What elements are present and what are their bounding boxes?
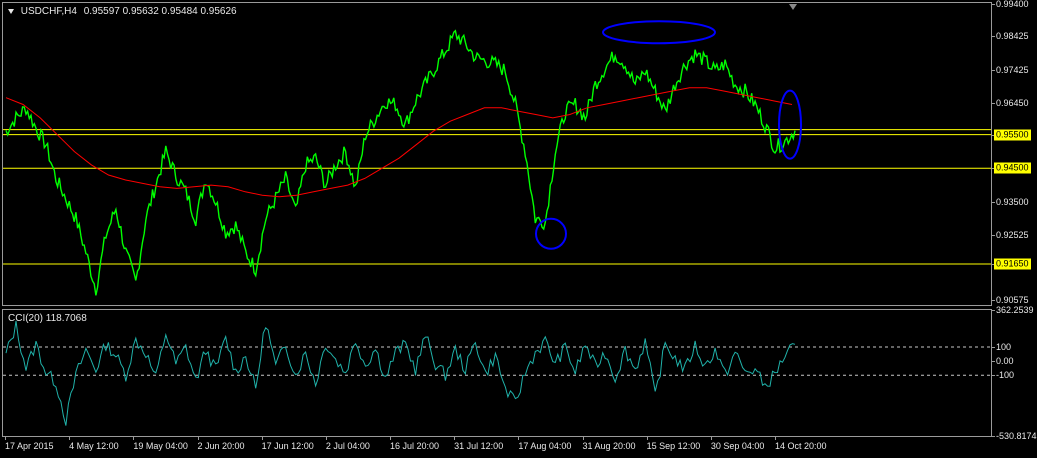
time-tick-label: 16 Jul 20:00 (390, 437, 440, 451)
cci-tick-label: 362.2539 (992, 305, 1034, 315)
price-tick-label: 0.92525 (992, 229, 1029, 240)
price-tick-label: 0.97425 (992, 65, 1029, 76)
level-price-box: 0.95500 (994, 129, 1031, 141)
time-tick-label: 30 Sep 04:00 (710, 437, 765, 451)
time-tick-label: 17 Apr 2015 (5, 437, 54, 451)
price-axis: 0.99400 0.98425 0.97425 0.96450 0.95500 0.945… (992, 0, 1037, 306)
level-price-box: 0.94500 (994, 162, 1031, 174)
time-tick-label: 15 Sep 12:00 (646, 437, 701, 451)
chart-window: USDCHF,H4 0.95597 0.95632 0.95484 0.9562… (0, 0, 1037, 458)
menu-arrow-icon[interactable] (8, 8, 14, 14)
cci-tick-label: -530.8174 (992, 431, 1037, 441)
time-tick-label: 2 Jun 20:00 (197, 437, 245, 451)
cci-tick-label: 0.00 (992, 356, 1014, 367)
annotation-ellipse-3 (778, 89, 802, 160)
price-tick-label: 0.98425 (992, 31, 1029, 42)
annotation-ellipse-2 (535, 217, 567, 250)
price-series-line (5, 29, 796, 296)
annotation-ellipse-1 (602, 20, 716, 45)
cci-axis: 362.2539 100 0.00 -100 -530.8174 (991, 305, 1037, 441)
price-tick-label: 0.93500 (992, 196, 1029, 207)
ohlc-values: 0.95597 0.95632 0.95484 0.95626 (83, 6, 237, 17)
chart-svg (3, 20, 991, 426)
cci-tick-label: -100 (991, 370, 1015, 381)
time-tick-label: 31 Aug 20:00 (582, 437, 636, 451)
moving-average-line (5, 87, 793, 198)
time-tick-label: 2 Jul 04:00 (325, 437, 370, 451)
time-tick-label: 17 Jun 12:00 (261, 437, 314, 451)
level-price-box: 0.91650 (994, 258, 1031, 270)
time-tick-label: 14 Oct 20:00 (775, 437, 827, 451)
cci-label: CCI(20) 118.7068 (8, 313, 87, 324)
chart-header: USDCHF,H4 0.95597 0.95632 0.95484 0.9562… (8, 6, 237, 17)
price-tick-label: 0.90575 (992, 295, 1029, 306)
symbol-label: USDCHF,H4 (20, 6, 77, 17)
price-tick-label: 0.99400 (992, 0, 1029, 9)
cci-header: CCI(20) 118.7068 (8, 313, 87, 324)
cci-tick-label: 100 (991, 342, 1012, 352)
time-tick-label: 19 May 04:00 (133, 437, 188, 451)
time-tick-label: 4 May 12:00 (69, 437, 119, 451)
time-tick-label: 17 Aug 04:00 (518, 437, 572, 451)
time-tick-label: 31 Jul 12:00 (454, 437, 504, 451)
price-tick-label: 0.96450 (992, 97, 1029, 108)
cci-series-line (5, 320, 796, 426)
